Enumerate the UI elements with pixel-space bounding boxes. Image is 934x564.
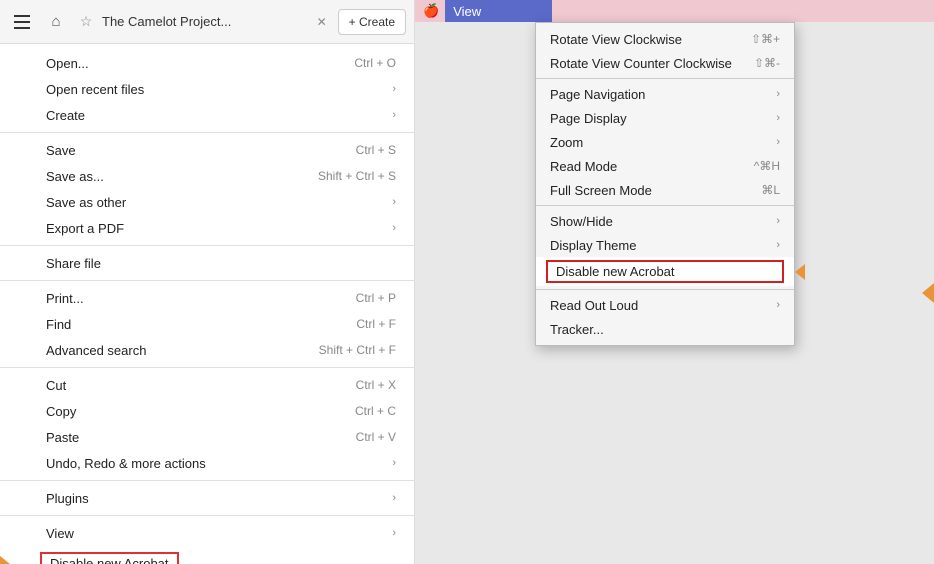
tab-title: The Camelot Project... (102, 14, 306, 29)
star-icon: ☆ (76, 12, 96, 32)
dd-divider-bottom (536, 289, 794, 290)
left-menu-item-15[interactable]: Plugins› (0, 485, 414, 511)
dd-bottom-item-0[interactable]: Read Out Loud› (536, 293, 794, 317)
disable-new-acrobat-dropdown[interactable]: Disable new Acrobat (536, 257, 794, 286)
left-menu-item-8[interactable]: Print...Ctrl + P (0, 285, 414, 311)
dd-item-2[interactable]: Page Navigation› (536, 82, 794, 106)
dd-item-1[interactable]: Rotate View Counter Clockwise⇧⌘- (536, 51, 794, 75)
left-menu-item-6[interactable]: Export a PDF› (0, 215, 414, 241)
dd-item-7[interactable]: Show/Hide› (536, 209, 794, 233)
disable-new-acrobat-left[interactable]: Disable new Acrobat (0, 548, 414, 564)
dd-divider-6 (536, 205, 794, 206)
create-button[interactable]: + Create (338, 9, 406, 35)
left-menu-item-12[interactable]: CopyCtrl + C (0, 398, 414, 424)
left-menu-item-9[interactable]: FindCtrl + F (0, 311, 414, 337)
left-menu-item-16[interactable]: View› (0, 520, 414, 546)
dd-divider-1 (536, 78, 794, 79)
mac-menu-item-3[interactable]: View (445, 0, 552, 22)
left-menu-item-13[interactable]: PasteCtrl + V (0, 424, 414, 450)
disable-new-acrobat-left-label: Disable new Acrobat (40, 552, 179, 564)
menu-divider-2 (0, 132, 414, 133)
dropdown-highlighted-row: Disable new Acrobat (536, 257, 794, 286)
left-menu-item-14[interactable]: Undo, Redo & more actions› (0, 450, 414, 476)
dd-item-3[interactable]: Page Display› (536, 106, 794, 130)
left-menu-item-1[interactable]: Open recent files› (0, 76, 414, 102)
view-dropdown: Rotate View Clockwise⇧⌘+Rotate View Coun… (535, 22, 795, 346)
left-menu-item-5[interactable]: Save as other› (0, 189, 414, 215)
left-menu-item-11[interactable]: CutCtrl + X (0, 372, 414, 398)
dd-item-5[interactable]: Read Mode^⌘H (536, 154, 794, 178)
right-arrow-indicator (795, 264, 805, 280)
hamburger-icon[interactable] (8, 8, 36, 36)
dd-item-4[interactable]: Zoom› (536, 130, 794, 154)
left-menu-item-2[interactable]: Create› (0, 102, 414, 128)
dd-item-6[interactable]: Full Screen Mode⌘L (536, 178, 794, 202)
menu-divider-10 (0, 367, 414, 368)
left-panel: ⌂ ☆ The Camelot Project... ✕ + Create Op… (0, 0, 415, 564)
right-side-arrow (922, 283, 934, 303)
left-menu-item-3[interactable]: SaveCtrl + S (0, 137, 414, 163)
mac-menubar: 🍎 Acrobat Pro DCFileEditViewE-SignWindow… (415, 0, 934, 22)
menu-divider-6 (0, 245, 414, 246)
left-menu: Open...Ctrl + OOpen recent files›Create›… (0, 44, 414, 564)
left-menu-item-0[interactable]: Open...Ctrl + O (0, 50, 414, 76)
disable-new-acrobat-dropdown-label: Disable new Acrobat (546, 260, 784, 283)
home-icon[interactable]: ⌂ (42, 8, 70, 36)
left-topbar: ⌂ ☆ The Camelot Project... ✕ + Create (0, 0, 414, 44)
menu-divider-15 (0, 515, 414, 516)
dd-item-0[interactable]: Rotate View Clockwise⇧⌘+ (536, 27, 794, 51)
right-panel: 🍎 Acrobat Pro DCFileEditViewE-SignWindow… (415, 0, 934, 564)
left-menu-item-10[interactable]: Advanced searchShift + Ctrl + F (0, 337, 414, 363)
dd-item-8[interactable]: Display Theme› (536, 233, 794, 257)
left-menu-item-7[interactable]: Share file (0, 250, 414, 276)
tab-close-icon[interactable]: ✕ (312, 12, 332, 32)
left-highlighted-row: Disable new Acrobat (0, 546, 414, 564)
apple-icon: 🍎 (423, 3, 439, 19)
menu-divider-14 (0, 480, 414, 481)
dd-bottom-item-1[interactable]: Tracker... (536, 317, 794, 341)
left-menu-item-4[interactable]: Save as...Shift + Ctrl + S (0, 163, 414, 189)
menu-divider-7 (0, 280, 414, 281)
